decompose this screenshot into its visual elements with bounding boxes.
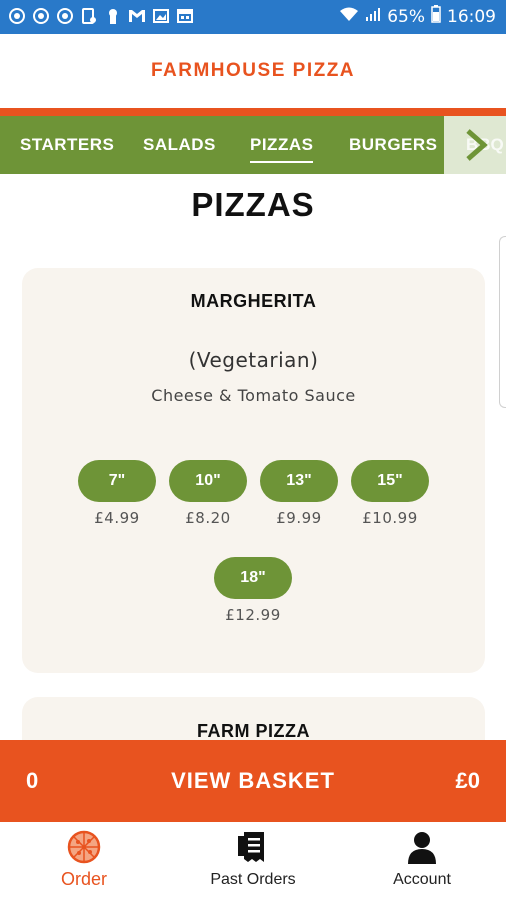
size-price: £8.20 xyxy=(185,509,231,527)
image-icon xyxy=(152,7,170,25)
scroll-indicator[interactable] xyxy=(499,236,506,408)
calendar-icon xyxy=(176,7,194,25)
tab-salads[interactable]: SALADS xyxy=(143,135,216,155)
size-button-10[interactable]: 10" xyxy=(169,460,247,502)
bottom-nav: Order Past Orders Account xyxy=(0,822,506,900)
app-header: FARMHOUSE PIZZA xyxy=(0,34,506,108)
size-button-15[interactable]: 15" xyxy=(351,460,429,502)
nav-past-orders-label: Past Orders xyxy=(210,871,296,888)
system-status: 65% 16:09 xyxy=(339,5,496,28)
notification-circle-icon xyxy=(56,7,74,25)
size-option: 7" £4.99 xyxy=(78,460,156,527)
nav-account[interactable]: Account xyxy=(338,822,506,900)
tab-starters[interactable]: STARTERS xyxy=(20,135,114,155)
size-option: 18" £12.99 xyxy=(214,557,292,624)
size-button-13[interactable]: 13" xyxy=(260,460,338,502)
size-option: 13" £9.99 xyxy=(260,460,338,527)
clock: 16:09 xyxy=(447,6,496,27)
tab-pizzas[interactable]: PIZZAS xyxy=(250,135,314,163)
size-price: £12.99 xyxy=(225,606,281,624)
item-name: MARGHERITA xyxy=(190,291,317,311)
phone-settings-icon xyxy=(80,7,98,25)
item-name: FARM PIZZA xyxy=(197,721,310,741)
battery-icon xyxy=(431,5,441,28)
menu-item-card: MARGHERITA (Vegetarian) Cheese & Tomato … xyxy=(22,268,485,673)
header-divider xyxy=(0,108,506,116)
size-button-18[interactable]: 18" xyxy=(214,557,292,599)
size-price: £9.99 xyxy=(276,509,322,527)
basket-label: VIEW BASKET xyxy=(171,768,335,793)
notification-circle-icon xyxy=(8,7,26,25)
size-option: 10" £8.20 xyxy=(169,460,247,527)
tab-burgers[interactable]: BURGERS xyxy=(349,135,438,155)
receipt-icon xyxy=(169,830,337,866)
keyhole-icon xyxy=(104,7,122,25)
basket-total: £0 xyxy=(455,768,480,793)
chevron-right-icon[interactable] xyxy=(462,128,492,162)
size-price: £10.99 xyxy=(362,509,418,527)
app-title: FARMHOUSE PIZZA xyxy=(150,60,356,81)
gmail-icon xyxy=(128,7,146,25)
section-title: PIZZAS xyxy=(191,186,315,223)
notification-circle-icon xyxy=(32,7,50,25)
size-option: 15" £10.99 xyxy=(351,460,429,527)
pizza-icon xyxy=(0,830,168,866)
item-description: Cheese & Tomato Sauce xyxy=(151,386,356,405)
wifi-icon xyxy=(339,6,359,27)
nav-account-label: Account xyxy=(393,871,451,888)
category-tabs: STARTERS SALADS PIZZAS BURGERS BBQ S xyxy=(0,116,506,174)
tab-scroll-overflow[interactable]: BBQ S xyxy=(444,116,506,174)
size-button-7[interactable]: 7" xyxy=(78,460,156,502)
nav-order-label: Order xyxy=(60,869,107,889)
notification-icons xyxy=(8,7,194,25)
status-bar: 65% 16:09 xyxy=(0,0,506,34)
nav-order[interactable]: Order xyxy=(0,822,168,900)
user-icon xyxy=(338,830,506,866)
item-dietary: (Vegetarian) xyxy=(188,348,319,372)
battery-percent: 65% xyxy=(387,6,425,27)
signal-icon xyxy=(365,6,381,27)
size-price: £4.99 xyxy=(94,509,140,527)
nav-past-orders[interactable]: Past Orders xyxy=(169,822,337,900)
view-basket-button[interactable]: 0 VIEW BASKET £0 xyxy=(0,740,506,822)
